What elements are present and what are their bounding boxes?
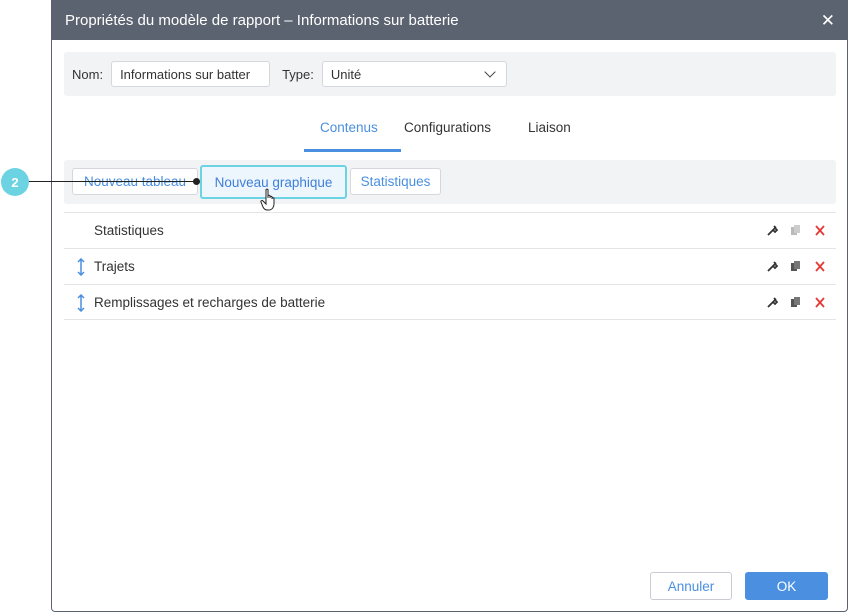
list-item-label: Remplissages et recharges de batterie xyxy=(94,294,326,310)
tab-contents[interactable]: Contenus xyxy=(320,120,378,135)
copy-icon[interactable] xyxy=(790,296,802,309)
tab-configurations[interactable]: Configurations xyxy=(404,120,491,135)
row-actions xyxy=(766,224,826,237)
list-item[interactable]: Statistiques xyxy=(64,212,836,248)
wrench-icon[interactable] xyxy=(766,260,778,273)
content-toolbar: Nouveau tableau Nouveau graphique Statis… xyxy=(64,160,836,204)
statistics-button[interactable]: Statistiques xyxy=(350,168,441,195)
dialog-titlebar: Propriétés du modèle de rapport – Inform… xyxy=(52,0,847,40)
list-item-label: Trajets xyxy=(94,259,135,274)
tab-link[interactable]: Liaison xyxy=(528,120,571,135)
delete-icon[interactable] xyxy=(814,224,826,237)
callout-line xyxy=(28,181,200,182)
close-icon[interactable]: ✕ xyxy=(821,12,835,29)
list-item-label: Statistiques xyxy=(94,223,164,238)
type-select-value: Unité xyxy=(330,66,362,82)
wrench-icon[interactable] xyxy=(766,296,778,309)
wrench-icon[interactable] xyxy=(766,224,778,237)
row-actions xyxy=(766,260,826,273)
drag-handle-icon[interactable] xyxy=(76,258,86,276)
copy-icon[interactable] xyxy=(790,260,802,273)
row-actions xyxy=(766,296,826,309)
tab-bar: Contenus Configurations Liaison xyxy=(52,118,847,152)
drag-handle-icon[interactable] xyxy=(76,294,86,312)
delete-icon[interactable] xyxy=(814,260,826,273)
delete-icon[interactable] xyxy=(814,296,826,309)
list-item[interactable]: Trajets xyxy=(64,248,836,284)
chevron-down-icon xyxy=(484,66,496,78)
list-item[interactable]: Remplissages et recharges de batterie xyxy=(64,284,836,320)
name-input[interactable]: Informations sur batter xyxy=(111,61,271,87)
type-select[interactable]: Unité xyxy=(321,61,507,87)
content-list: Statistiques Trajets Remplissages et rec… xyxy=(64,212,836,320)
name-label: Nom: xyxy=(72,66,104,82)
callout-dot xyxy=(193,178,200,185)
name-type-bar: Nom: Informations sur batter Type: Unité xyxy=(64,52,836,96)
copy-icon xyxy=(791,225,800,235)
active-tab-indicator xyxy=(304,149,401,152)
ok-button[interactable]: OK xyxy=(745,572,828,600)
report-template-dialog: Propriétés du modèle de rapport – Inform… xyxy=(51,0,848,612)
dialog-title: Propriétés du modèle de rapport – Inform… xyxy=(65,11,459,29)
type-label: Type: xyxy=(282,66,314,82)
hand-pointer-icon xyxy=(260,188,275,211)
cancel-button[interactable]: Annuler xyxy=(650,572,732,600)
callout-number-badge: 2 xyxy=(1,168,29,196)
